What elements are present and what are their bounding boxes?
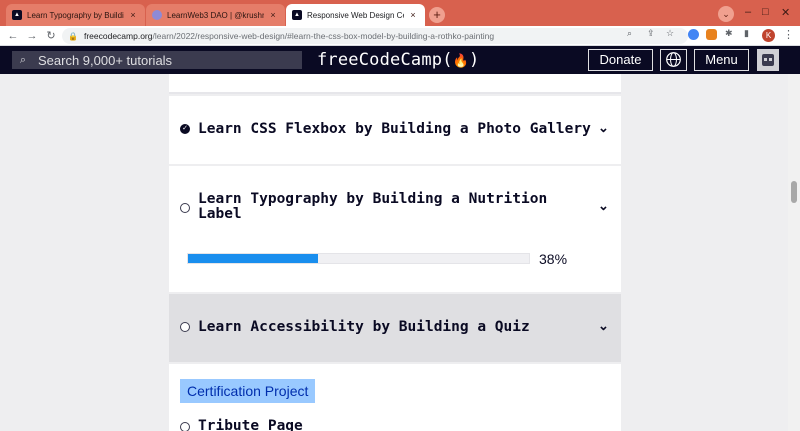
previous-block-card	[169, 74, 621, 94]
not-completed-circle-icon	[180, 422, 190, 431]
search-icon: ⌕	[19, 54, 27, 66]
chevron-down-icon[interactable]: ⌄	[598, 318, 609, 334]
flame-icon: 🔥	[452, 54, 470, 69]
new-tab-button[interactable]: +	[429, 7, 445, 23]
reload-icon[interactable]: ↻	[44, 28, 58, 44]
scrollbar-thumb[interactable]	[791, 181, 797, 203]
tab-search-button[interactable]: ⌄	[718, 6, 734, 22]
learnweb3-favicon-icon	[152, 10, 162, 20]
close-tab-icon[interactable]: ×	[267, 10, 279, 20]
globe-icon	[666, 52, 681, 67]
freecodecamp-favicon-icon: ▲	[12, 10, 22, 20]
back-icon[interactable]: ←	[6, 28, 20, 44]
close-tab-icon[interactable]: ×	[127, 10, 139, 20]
freecodecamp-logo[interactable]: freeCodeCamp(🔥)	[317, 50, 479, 70]
logo-end: )	[469, 50, 480, 70]
completed-check-icon: ✓	[180, 124, 190, 134]
close-tab-icon[interactable]: ×	[407, 10, 419, 20]
page-scrollbar[interactable]	[788, 74, 800, 431]
chrome-extension-icon[interactable]	[688, 29, 699, 40]
block-card-typography[interactable]: Learn Typography by Building a Nutrition…	[169, 166, 621, 292]
block-title: Learn Accessibility by Building a Quiz	[198, 319, 530, 335]
chevron-down-icon[interactable]: ⌄	[598, 198, 609, 214]
url-path: /learn/2022/responsive-web-design/#learn…	[152, 31, 495, 41]
certification-project-badge: Certification Project	[180, 379, 316, 403]
language-button[interactable]	[660, 49, 687, 71]
block-card-accessibility[interactable]: Learn Accessibility by Building a Quiz ⌄	[169, 294, 621, 362]
browser-tab-responsive-web-design[interactable]: ▲ Responsive Web Design Certificat ×	[286, 4, 425, 26]
side-panel-icon[interactable]: ▮	[744, 28, 749, 39]
bookmark-star-icon[interactable]: ☆	[666, 28, 674, 39]
user-avatar[interactable]	[757, 49, 779, 71]
block-card-css-flexbox[interactable]: ✓ Learn CSS Flexbox by Building a Photo …	[169, 96, 621, 164]
extensions-puzzle-icon[interactable]: ✱	[725, 28, 733, 39]
bot-avatar-icon	[762, 54, 774, 66]
menu-button[interactable]: Menu	[694, 49, 749, 71]
browser-menu-icon[interactable]: ⋮	[783, 28, 794, 41]
url-text: freecodecamp.org/learn/2022/responsive-w…	[84, 31, 494, 41]
tab-title: Responsive Web Design Certificat	[307, 10, 404, 20]
donate-button[interactable]: Donate	[588, 49, 653, 71]
progress-percent: 38%	[539, 251, 568, 267]
certification-project-card: Certification Project Tribute Page	[169, 364, 621, 431]
chevron-down-icon[interactable]: ⌄	[598, 120, 609, 136]
zoom-icon[interactable]: ⌕	[627, 28, 632, 39]
block-title: Learn CSS Flexbox by Building a Photo Ga…	[198, 121, 591, 137]
browser-tab-strip: ▲ Learn Typography by Building a × Learn…	[0, 0, 800, 26]
profile-avatar[interactable]: K	[762, 29, 775, 42]
block-title: Learn Typography by Building a Nutrition…	[198, 191, 548, 222]
url-host: freecodecamp.org	[83, 31, 153, 41]
browser-tab-learnweb3[interactable]: LearnWeb3 DAO | @krushnaroul ×	[146, 4, 285, 26]
browser-toolbar: ← → ↻ 🔒 freecodecamp.org/learn/2022/resp…	[0, 26, 800, 46]
freecodecamp-favicon-icon: ▲	[292, 10, 302, 20]
close-window-icon[interactable]: ✕	[781, 6, 790, 19]
maximize-icon[interactable]: □	[762, 6, 769, 18]
address-bar[interactable]: 🔒 freecodecamp.org/learn/2022/responsive…	[62, 28, 688, 44]
metamask-extension-icon[interactable]	[706, 29, 717, 40]
progress-bar	[187, 253, 530, 264]
lock-icon[interactable]: 🔒	[68, 32, 78, 41]
fcc-navbar: ⌕ Search 9,000+ tutorials freeCodeCamp(🔥…	[0, 46, 800, 74]
minimize-icon[interactable]: –	[745, 6, 751, 18]
share-icon[interactable]: ⇪	[647, 28, 655, 39]
curriculum-page: ✓ Learn CSS Flexbox by Building a Photo …	[0, 74, 800, 431]
search-input[interactable]: ⌕ Search 9,000+ tutorials	[12, 51, 302, 69]
search-placeholder: Search 9,000+ tutorials	[38, 52, 173, 68]
not-completed-circle-icon	[180, 203, 190, 213]
tab-title: LearnWeb3 DAO | @krushnaroul	[167, 10, 264, 20]
logo-text: freeCodeCamp(	[317, 50, 453, 70]
tribute-page-link[interactable]: Tribute Page	[198, 419, 303, 431]
forward-icon[interactable]: →	[25, 28, 39, 44]
progress-bar-fill	[188, 254, 318, 263]
tab-title: Learn Typography by Building a	[27, 10, 124, 20]
not-completed-circle-icon	[180, 322, 190, 332]
browser-tab-typography[interactable]: ▲ Learn Typography by Building a ×	[6, 4, 145, 26]
